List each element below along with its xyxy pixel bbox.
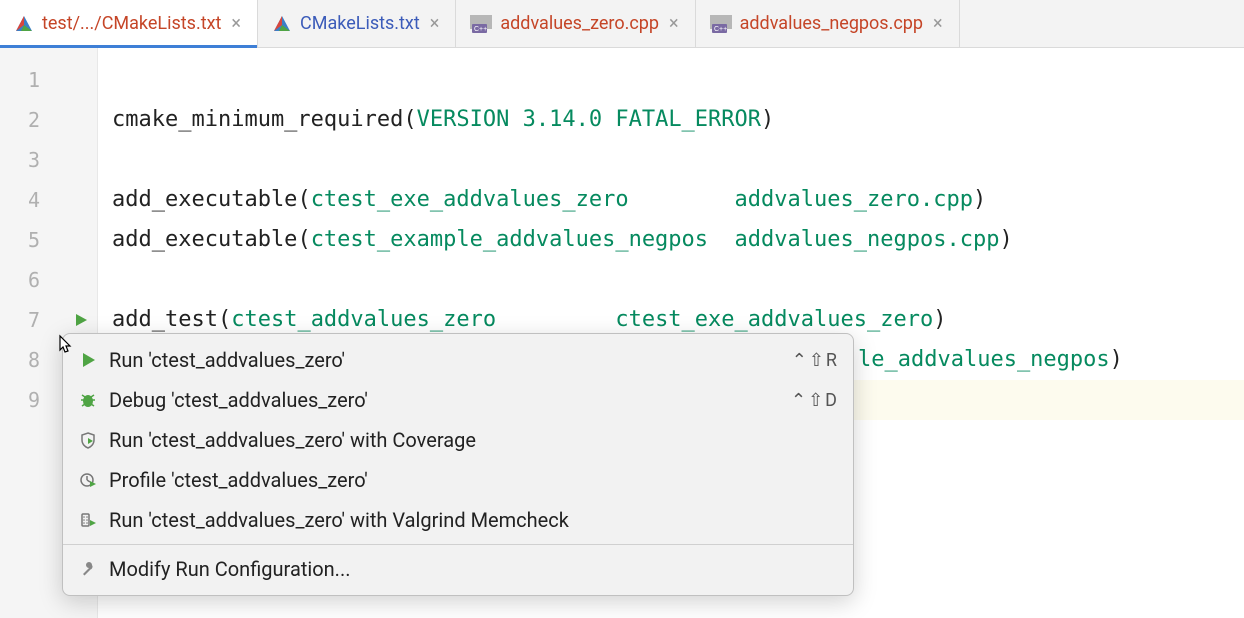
close-icon[interactable]: × [667,13,681,34]
run-context-menu: Run 'ctest_addvalues_zero' ⌃⇧R Debug 'ct… [62,333,854,596]
menu-shortcut: ⌃⇧R [792,350,839,371]
debug-icon [77,391,99,409]
menu-separator [63,544,853,545]
svg-text:C++: C++ [714,26,727,33]
close-icon[interactable]: × [229,13,243,34]
svg-text:C++: C++ [474,26,487,33]
menu-label: Modify Run Configuration... [109,557,839,581]
menu-label: Run 'ctest_addvalues_zero' with Valgrind… [109,508,839,532]
menu-label: Debug 'ctest_addvalues_zero' [109,388,781,412]
menu-profile[interactable]: Profile 'ctest_addvalues_zero' [63,460,853,500]
cpp-icon: C++ [470,15,492,33]
tab-cmakelists-test[interactable]: test/.../CMakeLists.txt × [0,0,258,47]
code-line: add_executable(ctest_exe_addvalues_zero … [98,180,1244,220]
tab-label: test/.../CMakeLists.txt [42,13,221,34]
menu-label: Profile 'ctest_addvalues_zero' [109,468,839,492]
menu-run[interactable]: Run 'ctest_addvalues_zero' ⌃⇧R [63,340,853,380]
profile-icon [77,471,99,489]
code-line [98,140,1244,180]
cpp-icon: C++ [710,15,732,33]
menu-coverage[interactable]: Run 'ctest_addvalues_zero' with Coverage [63,420,853,460]
tab-label: addvalues_zero.cpp [500,13,659,34]
menu-label: Run 'ctest_addvalues_zero' with Coverage [109,428,839,452]
tab-addvalues-zero[interactable]: C++ addvalues_zero.cpp × [456,0,695,47]
cmake-icon [272,14,292,34]
menu-modify-config[interactable]: Modify Run Configuration... [63,549,853,589]
tab-label: CMakeLists.txt [300,13,420,34]
close-icon[interactable]: × [931,13,945,34]
menu-label: Run 'ctest_addvalues_zero' [109,348,782,372]
code-line [98,260,1244,300]
code-line: add_executable(ctest_example_addvalues_n… [98,220,1244,260]
tab-addvalues-negpos[interactable]: C++ addvalues_negpos.cpp × [696,0,960,47]
line-number: 2 [0,108,40,132]
line-number: 3 [0,148,40,172]
cmake-icon [14,14,34,34]
run-icon [77,351,99,369]
code-line: cmake_minimum_required(VERSION 3.14.0 FA… [98,100,1244,140]
line-number: 5 [0,228,40,252]
line-number: 8 [0,348,40,372]
wrench-icon [77,560,99,578]
menu-valgrind[interactable]: Run 'ctest_addvalues_zero' with Valgrind… [63,500,853,540]
menu-shortcut: ⌃⇧D [791,390,839,411]
code-line [98,60,1244,100]
line-number: 9 [0,388,40,412]
valgrind-icon [77,511,99,529]
line-number: 1 [0,68,40,92]
close-icon[interactable]: × [428,13,442,34]
tab-label: addvalues_negpos.cpp [740,13,923,34]
line-number: 7 [0,308,40,332]
tab-cmakelists[interactable]: CMakeLists.txt × [258,0,456,47]
editor-tab-bar: test/.../CMakeLists.txt × CMakeLists.txt… [0,0,1244,48]
coverage-icon [77,431,99,449]
line-number: 6 [0,268,40,292]
line-number: 4 [0,188,40,212]
menu-debug[interactable]: Debug 'ctest_addvalues_zero' ⌃⇧D [63,380,853,420]
run-gutter-icon[interactable] [40,312,89,328]
